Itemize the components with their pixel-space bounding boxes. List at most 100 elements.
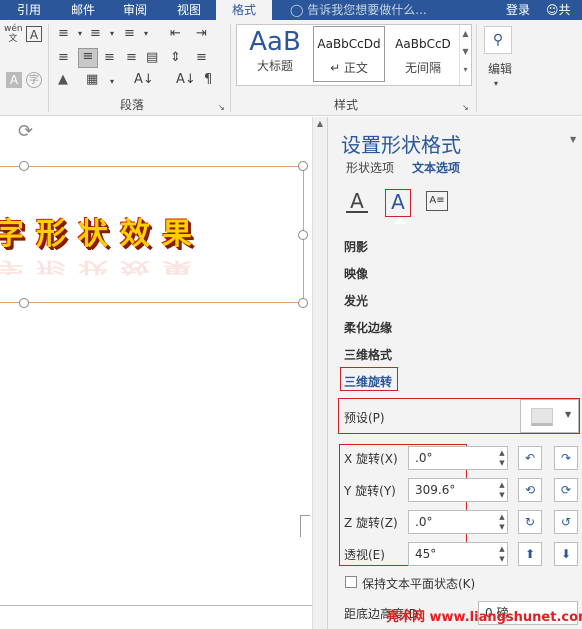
tab-review[interactable]: 审阅 [108, 0, 162, 20]
phonetic-guide-button[interactable]: wén 文 [4, 24, 23, 44]
section-reflection[interactable]: 映像 [344, 265, 368, 282]
text-effects-icon[interactable]: A [385, 189, 411, 217]
tab-shape-options[interactable]: 形状选项 [346, 159, 394, 176]
z-rotation-input[interactable]: .0° [408, 510, 508, 534]
section-shadow[interactable]: 阴影 [344, 238, 368, 255]
search-icon[interactable]: ⚲ [484, 26, 512, 54]
decrease-indent-icon[interactable]: ⇤ [170, 26, 181, 42]
rotate-right-icon[interactable]: ↷ [554, 446, 578, 470]
keep-flat-checkbox[interactable] [345, 576, 357, 588]
ribbon-tab-bar: 引用 邮件 审阅 视图 格式 ◯ 告诉我您想要做什么... 登录 ☺共 [0, 0, 582, 20]
multilevel-list-icon[interactable]: ≡ [124, 26, 135, 42]
share-button[interactable]: ☺共 [546, 0, 571, 20]
resize-handle[interactable] [298, 230, 308, 240]
x-rotation-input[interactable]: .0° [408, 446, 508, 470]
numbering-dropdown-icon[interactable]: ▾ [110, 26, 114, 42]
preset-label: 预设(P) [344, 411, 385, 425]
lightbulb-icon: ◯ [290, 3, 304, 17]
preset-swatch [531, 408, 553, 426]
edit-button[interactable]: 编辑 [488, 60, 512, 77]
tab-view[interactable]: 视图 [162, 0, 216, 20]
text-fill-outline-icon[interactable]: A [346, 189, 368, 213]
tell-me-box[interactable]: ◯ 告诉我您想要做什么... [290, 0, 427, 20]
ribbon: wén 文 A A 字 ≡ ▾ ≡ ▾ ≡ ▾ ⇤ ⇥ ≡ ≡ ≡ ≡ ▤ ⇕ … [0, 20, 582, 116]
rotate-up-icon[interactable]: ⟲ [518, 478, 542, 502]
login-link[interactable]: 登录 [506, 0, 530, 20]
paragraph-launcher-icon[interactable]: ↘ [218, 100, 225, 116]
justify-icon[interactable]: ≡ [126, 50, 137, 66]
x-rotation-label: X 旋转(X) [344, 452, 398, 466]
rotate-handle-icon[interactable]: ⟳ [18, 121, 33, 142]
paragraph-group-label: 段落 [120, 98, 145, 112]
numbering-icon[interactable]: ≡ [90, 26, 101, 42]
align-left-icon[interactable]: ≡ [58, 50, 69, 66]
styles-launcher-icon[interactable]: ↘ [462, 100, 469, 116]
style-no-spacing[interactable]: AaBbCcD 无间隔 [387, 25, 459, 85]
perspective-spinner[interactable]: ▲ ▼ [496, 542, 508, 566]
style-heading[interactable]: AaB 大标题 [239, 25, 311, 85]
scroll-up-icon[interactable]: ▲ [313, 117, 327, 128]
styles-gallery: AaB 大标题 AaBbCcDd ↵ 正文 AaBbCcD 无间隔 ▲ ▼ ▾ [236, 24, 472, 86]
increase-indent-icon[interactable]: ⇥ [196, 26, 207, 42]
section-soft-edges[interactable]: 柔化边缘 [344, 319, 392, 336]
x-rotation-spinner[interactable]: ▲ ▼ [496, 446, 508, 470]
share-label: 共 [558, 3, 571, 17]
bullets-icon[interactable]: ≡ [58, 26, 69, 42]
tab-text-options[interactable]: 文本选项 [412, 159, 460, 176]
style-normal[interactable]: AaBbCcDd ↵ 正文 [313, 26, 385, 82]
z-rotation-spinner[interactable]: ▲ ▼ [496, 510, 508, 534]
align-center-icon[interactable]: ≡ [78, 48, 98, 68]
rotate-down-icon[interactable]: ⟳ [554, 478, 578, 502]
preset-dropdown[interactable]: ▼ [520, 399, 579, 433]
text-direction-icon[interactable]: ≡ [196, 50, 207, 66]
enclose-characters-button[interactable]: 字 [26, 72, 42, 88]
style-preview: AaBbCcDd [317, 37, 381, 51]
sort-icon[interactable]: A↓ [176, 72, 196, 88]
borders-dropdown-icon[interactable]: ▾ [110, 74, 114, 90]
show-marks-icon[interactable]: ¶ [204, 72, 212, 88]
shading-bucket-icon[interactable]: ▲ [58, 72, 68, 88]
decrease-perspective-icon[interactable]: ⬇ [554, 542, 578, 566]
watermark: 亮术网 www.liangshunet.com [386, 610, 582, 625]
perspective-label: 透视(E) [344, 548, 385, 562]
tab-format[interactable]: 格式 [216, 0, 272, 20]
rotate-clockwise-icon[interactable]: ↻ [518, 510, 542, 534]
character-shading-button[interactable]: A [6, 72, 22, 88]
edit-dropdown-icon[interactable]: ▾ [494, 76, 498, 92]
resize-handle[interactable] [19, 161, 29, 171]
text-box-icon[interactable]: A≡ [426, 191, 448, 211]
rotate-counterclockwise-icon[interactable]: ↺ [554, 510, 578, 534]
section-3d-format[interactable]: 三维格式 [344, 346, 392, 363]
z-rotation-label: Z 旋转(Z) [344, 516, 398, 530]
y-rotation-input[interactable]: 309.6° [408, 478, 508, 502]
vertical-scrollbar[interactable]: ▲ [312, 117, 327, 629]
resize-handle[interactable] [298, 298, 308, 308]
tab-references[interactable]: 引用 [0, 0, 58, 20]
character-border-button[interactable]: A [26, 26, 42, 42]
group-separator [48, 24, 49, 112]
asian-layout-icon[interactable]: A↓ [134, 72, 154, 88]
styles-scroll[interactable]: ▲ ▼ ▾ [459, 25, 471, 85]
page-divider [0, 605, 312, 606]
tell-me-text: 告诉我您想要做什么... [307, 3, 427, 17]
distributed-icon[interactable]: ▤ [146, 50, 158, 66]
page-margin-mark [300, 515, 310, 537]
perspective-input[interactable]: 45° [408, 542, 508, 566]
document-canvas: ⟳ 字形状效果 字形状效果 [0, 117, 312, 629]
increase-perspective-icon[interactable]: ⬆ [518, 542, 542, 566]
tab-mailings[interactable]: 邮件 [58, 0, 108, 20]
preset-dropdown-arrow-icon: ▼ [565, 410, 572, 419]
highlight-box [340, 367, 398, 391]
line-spacing-icon[interactable]: ⇕ [170, 50, 181, 66]
section-glow[interactable]: 发光 [344, 292, 368, 309]
rotate-left-icon[interactable]: ↶ [518, 446, 542, 470]
y-rotation-spinner[interactable]: ▲ ▼ [496, 478, 508, 502]
borders-icon[interactable]: ▦ [86, 72, 98, 88]
multilevel-dropdown-icon[interactable]: ▾ [144, 26, 148, 42]
align-right-icon[interactable]: ≡ [104, 50, 115, 66]
pane-options-icon[interactable]: ▼ [570, 135, 576, 144]
style-name: 无间隔 [404, 61, 441, 75]
resize-handle[interactable] [298, 161, 308, 171]
bullets-dropdown-icon[interactable]: ▾ [78, 26, 82, 42]
resize-handle[interactable] [19, 298, 29, 308]
